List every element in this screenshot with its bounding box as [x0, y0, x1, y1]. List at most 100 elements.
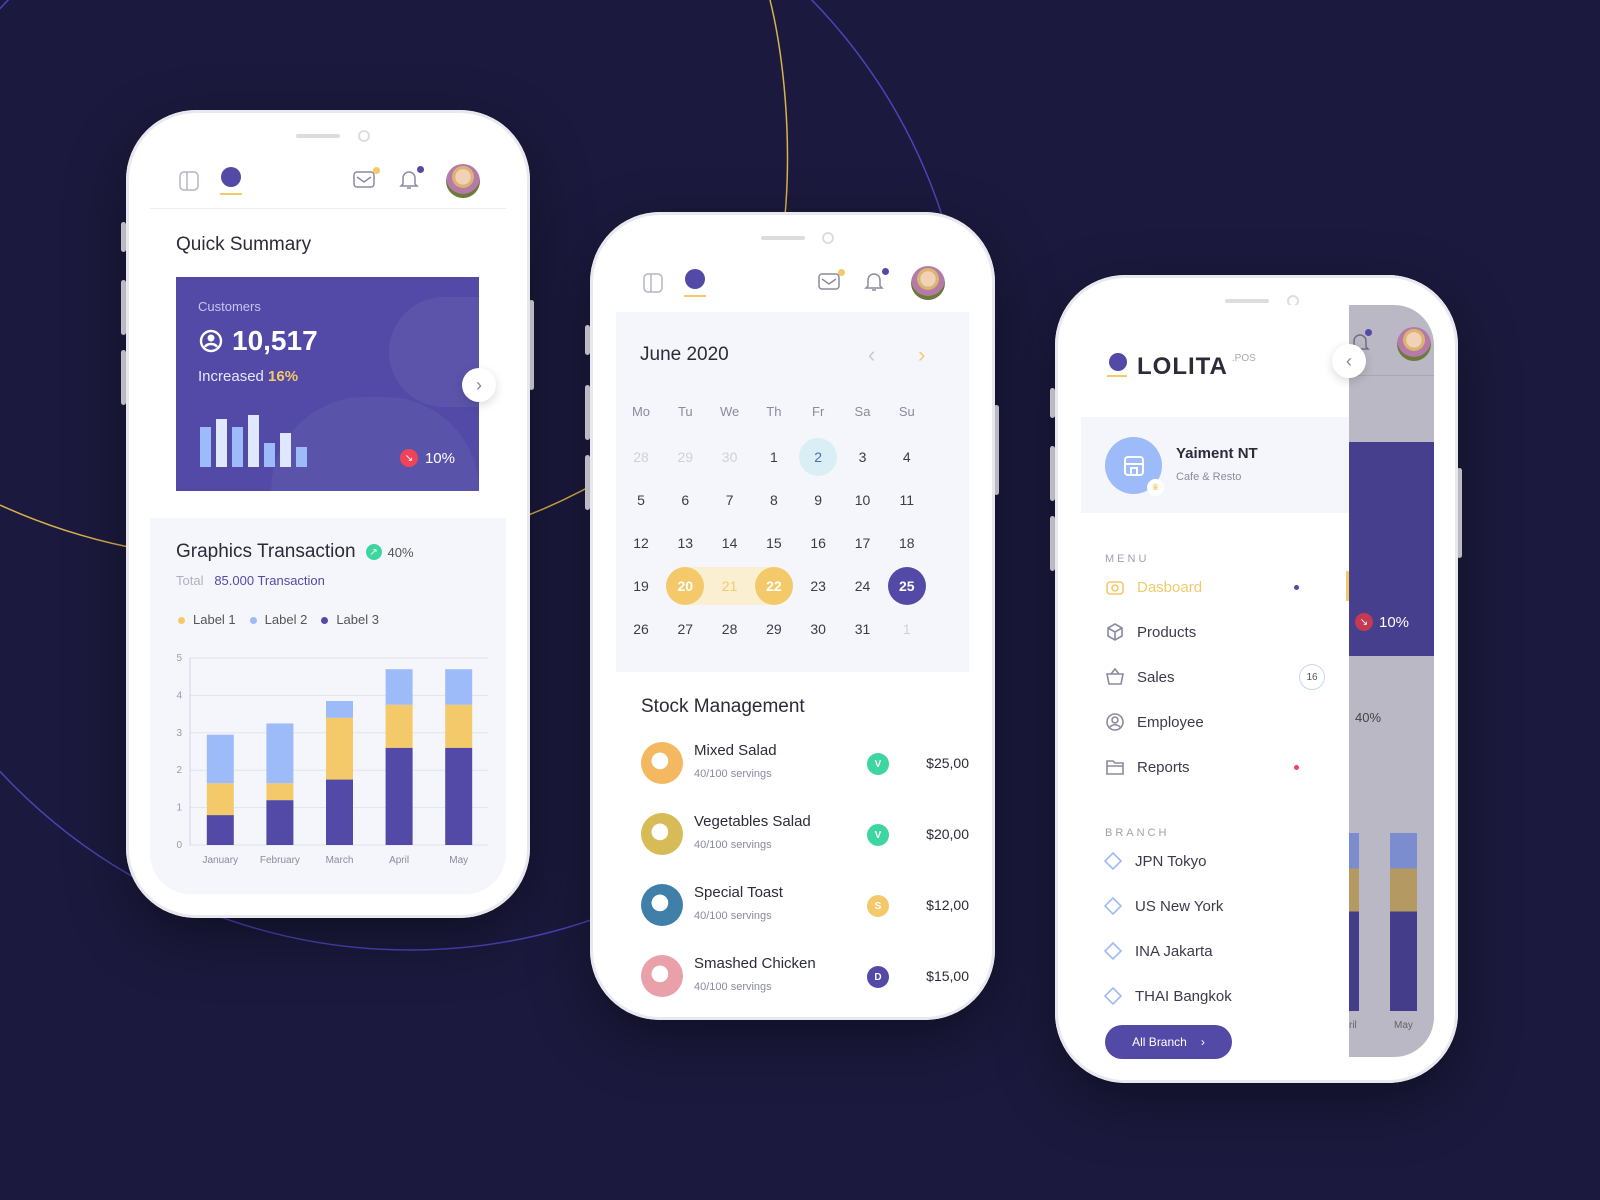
calendar-day[interactable]: 12 — [622, 524, 660, 562]
menu-item-products[interactable]: Products — [1105, 622, 1325, 642]
count-badge: 16 — [1299, 664, 1325, 690]
menu-heading: MENU — [1105, 553, 1150, 565]
calendar-day[interactable]: 14 — [711, 524, 749, 562]
calendar-day[interactable]: 5 — [622, 481, 660, 519]
avatar[interactable] — [446, 164, 480, 198]
diamond-icon — [1103, 851, 1135, 871]
y-tick-label: 3 — [176, 728, 182, 739]
calendar-day[interactable]: 15 — [755, 524, 793, 562]
calendar-day[interactable]: 23 — [799, 567, 837, 605]
calendar-day[interactable]: 9 — [799, 481, 837, 519]
calendar-day[interactable]: 1 — [888, 610, 926, 648]
calendar-day[interactable]: 13 — [666, 524, 704, 562]
calendar-day[interactable]: 29 — [755, 610, 793, 648]
branch-item[interactable]: INA Jakarta — [1103, 941, 1213, 961]
menu-item-employee[interactable]: Employee — [1105, 712, 1325, 732]
branch-item[interactable]: THAI Bangkok — [1103, 986, 1232, 1006]
calendar-day[interactable]: 1 — [755, 438, 793, 476]
store-card[interactable]: ♛ Yaiment NT Cafe & Resto — [1081, 417, 1349, 513]
calendar-day[interactable]: 30 — [799, 610, 837, 648]
bar-segment-label-2 — [206, 734, 234, 784]
stock-item[interactable]: Mixed Salad 40/100 servings V $25,00 — [641, 742, 969, 802]
stock-item[interactable]: Special Toast 40/100 servings S $12,00 — [641, 884, 969, 944]
calendar-day[interactable]: 2 — [799, 438, 838, 476]
user-circle-icon — [199, 329, 223, 353]
calendar-day[interactable]: 22 — [754, 567, 793, 605]
calendar-day[interactable]: 30 — [711, 438, 749, 476]
calendar-day[interactable]: 6 — [666, 481, 704, 519]
calendar-day[interactable]: 25 — [887, 567, 926, 605]
calendar-day[interactable]: 26 — [622, 610, 660, 648]
category-badge: D — [867, 966, 889, 988]
food-thumbnail — [641, 742, 683, 784]
menu-item-reports[interactable]: Reports — [1105, 757, 1325, 777]
stock-name: Smashed Chicken — [694, 955, 816, 972]
bar-segment-label-1 — [206, 783, 234, 816]
bar-segment-label-1 — [385, 704, 413, 748]
phone-dashboard: Quick Summary Customers 10,517 Increased… — [126, 110, 530, 918]
calendar-day[interactable]: 18 — [888, 524, 926, 562]
stock-item[interactable]: Smashed Chicken 40/100 servings D $15,00 — [641, 955, 969, 1015]
diamond-icon — [1103, 896, 1135, 916]
phone-menu: ↘ 10% 40% ril May ‹ LOLITA .POS ♛ Yaiment… — [1055, 275, 1458, 1083]
home-tab-icon[interactable] — [684, 269, 706, 297]
calendar-day[interactable]: 4 — [888, 438, 926, 476]
branch-label: US New York — [1135, 897, 1224, 915]
calendar-day[interactable]: 19 — [622, 567, 660, 605]
branch-label: JPN Tokyo — [1135, 852, 1207, 870]
avatar[interactable] — [911, 266, 945, 300]
bar-segment-label-3 — [385, 747, 413, 845]
category-badge: S — [867, 895, 889, 917]
food-thumbnail — [641, 955, 683, 997]
calendar-day[interactable]: 29 — [666, 438, 704, 476]
mail-icon[interactable] — [817, 268, 845, 296]
customers-card: Customers 10,517 Increased 16% ↘ 10% — [176, 277, 479, 491]
mail-icon[interactable] — [352, 166, 380, 194]
menu-item-sales[interactable]: Sales 16 — [1105, 664, 1325, 690]
menu-item-label: Employee — [1137, 713, 1204, 731]
calendar-day[interactable]: 7 — [711, 481, 749, 519]
sidebar-toggle-icon[interactable] — [642, 272, 664, 294]
stock-servings: 40/100 servings — [694, 910, 772, 922]
mini-bar — [264, 443, 275, 467]
calendar-day[interactable]: 10 — [844, 481, 882, 519]
stock-item[interactable]: Vegetables Salad 40/100 servings V $20,0… — [641, 813, 969, 873]
growth-text: 40% — [1355, 710, 1382, 725]
calendar-day[interactable]: 8 — [755, 481, 793, 519]
all-branch-button[interactable]: All Branch › — [1105, 1025, 1232, 1059]
dashboard-icon — [1105, 577, 1137, 597]
calendar-day[interactable]: 21 — [711, 567, 749, 605]
calendar-day[interactable]: 17 — [844, 524, 882, 562]
mini-bar-chart — [200, 411, 307, 467]
close-drawer-button[interactable]: ‹ — [1332, 344, 1366, 378]
next-button[interactable]: › — [462, 368, 496, 402]
home-tab-icon[interactable] — [220, 167, 242, 195]
branch-item[interactable]: JPN Tokyo — [1103, 851, 1206, 871]
menu-item-dasboard[interactable]: Dasboard — [1105, 577, 1325, 597]
nav-drawer: LOLITA .POS ♛ Yaiment NT Cafe & Resto ME… — [1081, 305, 1349, 1059]
calendar-day[interactable]: 3 — [844, 438, 882, 476]
calendar-day[interactable]: 16 — [799, 524, 837, 562]
calendar-day[interactable]: 11 — [888, 481, 926, 519]
branch-heading: BRANCH — [1105, 827, 1170, 839]
calendar-day[interactable]: 31 — [844, 610, 882, 648]
bell-icon[interactable] — [398, 165, 424, 195]
y-tick-label: 5 — [176, 653, 182, 664]
diamond-icon — [1103, 941, 1135, 961]
bar-segment-label-1 — [445, 704, 473, 748]
bell-icon[interactable] — [863, 267, 889, 297]
bar-segment-label-1 — [266, 783, 294, 801]
active-indicator — [1294, 585, 1299, 590]
sidebar-toggle-icon[interactable] — [178, 170, 200, 192]
calendar-day[interactable]: 28 — [622, 438, 660, 476]
mini-bar — [200, 427, 211, 467]
calendar-day[interactable]: 28 — [711, 610, 749, 648]
y-tick-label: 2 — [176, 765, 182, 776]
branch-item[interactable]: US New York — [1103, 896, 1223, 916]
box-icon — [1105, 622, 1137, 642]
stock-name: Special Toast — [694, 884, 783, 901]
stock-name: Mixed Salad — [694, 742, 777, 759]
calendar-day[interactable]: 27 — [666, 610, 704, 648]
calendar-day[interactable]: 24 — [844, 567, 882, 605]
weekday-label: Sa — [854, 403, 871, 419]
